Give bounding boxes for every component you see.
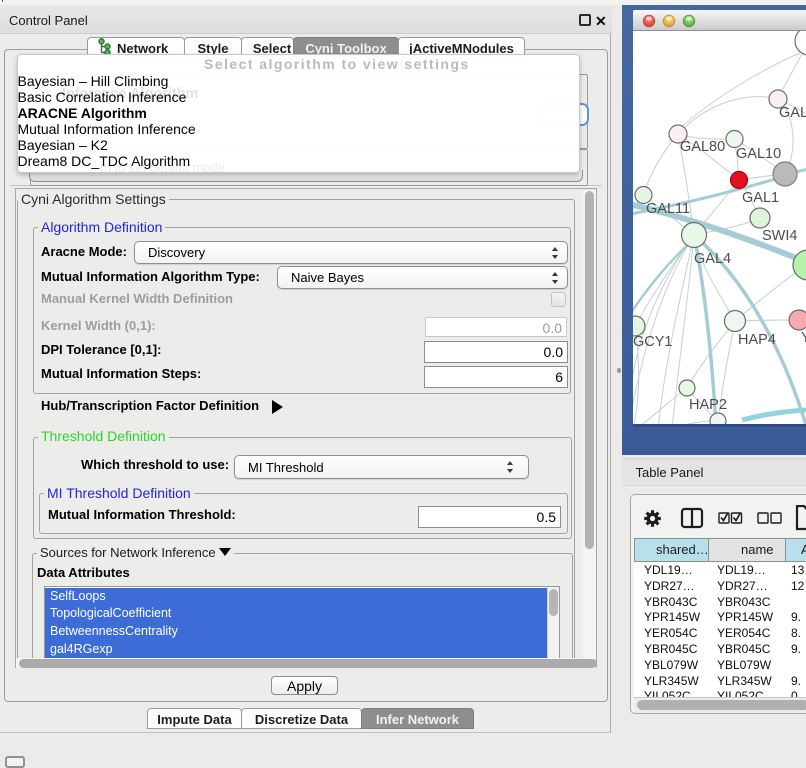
svg-text:GAL7: GAL7	[779, 105, 806, 121]
svg-text:HAP2: HAP2	[689, 397, 727, 413]
svg-text:GAL4: GAL4	[694, 251, 731, 267]
svg-text:GAL80: GAL80	[680, 139, 725, 155]
svg-text:GAL1: GAL1	[742, 190, 779, 206]
svg-text:GCY1: GCY1	[633, 334, 673, 350]
svg-text:GAL11: GAL11	[646, 201, 690, 217]
svg-text:HAP4: HAP4	[738, 332, 776, 348]
svg-text:Y: Y	[801, 330, 806, 346]
svg-text:SWI4: SWI4	[762, 228, 797, 244]
svg-text:GAL10: GAL10	[736, 146, 781, 162]
